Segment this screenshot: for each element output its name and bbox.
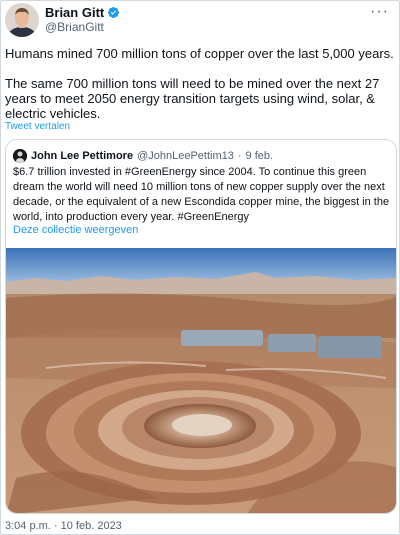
quoted-separator: · [237, 150, 242, 162]
quoted-tweet-text: $6.7 trillion invested in #GreenEnergy s… [13, 166, 390, 223]
copper-mine-photo[interactable] [6, 248, 396, 513]
tweet-card: Brian Gitt @BrianGitt ··· Humans mined 7… [0, 0, 400, 535]
author-avatar[interactable] [5, 3, 39, 37]
tweet-paragraph: Humans mined 700 million tons of copper … [5, 46, 394, 61]
tweet-timestamp[interactable]: 3:04 p.m. · 10 feb. 2023 [5, 520, 122, 532]
author-handle[interactable]: @BrianGitt [45, 20, 104, 34]
quoted-date[interactable]: 9 feb. [246, 150, 274, 162]
verified-badge-icon [107, 6, 120, 19]
quoted-tweet[interactable]: John Lee Pettimore @JohnLeePettim13 · 9 … [5, 139, 397, 514]
author-name[interactable]: Brian Gitt [45, 5, 120, 20]
quoted-tweet-header: John Lee Pettimore @JohnLeePettim13 · 9 … [13, 149, 273, 163]
translate-tweet-link[interactable]: Tweet vertalen [5, 121, 70, 132]
author-name-text[interactable]: Brian Gitt [45, 5, 104, 20]
view-collection-link[interactable]: Deze collectie weergeven [13, 224, 138, 236]
quoted-author-handle[interactable]: @JohnLeePettim13 [137, 150, 234, 162]
more-options-icon[interactable]: ··· [370, 4, 389, 20]
tweet-paragraph: The same 700 million tons will need to b… [5, 76, 380, 121]
quoted-author-avatar[interactable] [13, 149, 27, 163]
quoted-author-name[interactable]: John Lee Pettimore [31, 150, 133, 162]
author-avatar-image [5, 3, 39, 37]
mine-landscape-image [6, 248, 396, 513]
